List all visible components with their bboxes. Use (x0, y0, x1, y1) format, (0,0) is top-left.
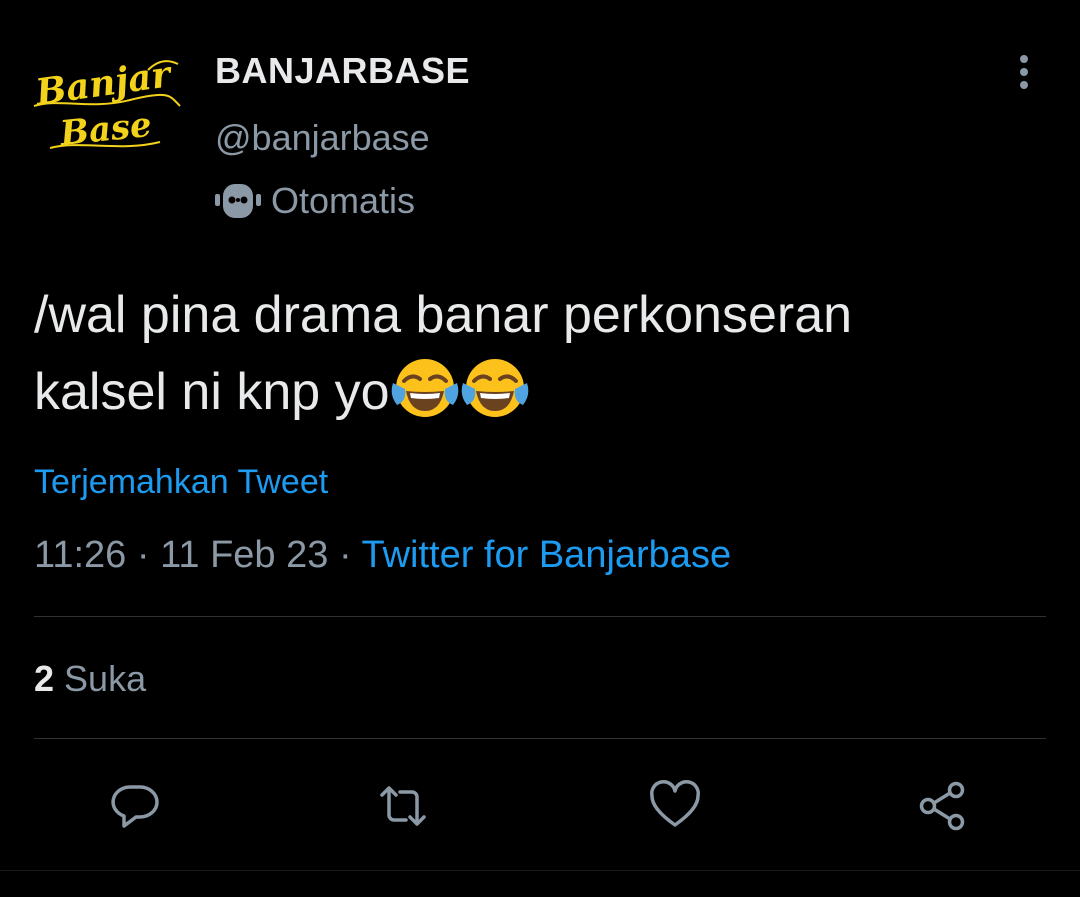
like-icon (649, 780, 701, 827)
face-with-tears-of-joy-icon (390, 353, 460, 423)
more-vertical-icon[interactable] (1010, 52, 1038, 92)
reply-button[interactable] (108, 779, 162, 833)
meta-separator: · (338, 534, 352, 576)
likes-label: Suka (64, 658, 147, 699)
robot-icon (215, 184, 261, 218)
meta-separator: · (136, 534, 150, 576)
share-button[interactable] (916, 779, 970, 833)
reply-icon (111, 785, 159, 828)
share-icon (919, 781, 965, 831)
retweet-button[interactable] (376, 779, 430, 833)
tweet-text-segment: kalsel ni knp yo (34, 363, 390, 421)
tweet-text-line: /wal pina drama banar perkonseran (34, 286, 853, 344)
tweet-text: /wal pina drama banar perkonseran kalsel… (34, 278, 1044, 430)
tweet-meta: 11:26 · 11 Feb 23 · Twitter for Banjarba… (34, 534, 731, 577)
retweet-icon (380, 786, 426, 826)
divider (34, 738, 1046, 739)
tweet-source-link[interactable]: Twitter for Banjarbase (361, 534, 731, 576)
translate-tweet-link[interactable]: Terjemahkan Tweet (34, 463, 328, 502)
automated-badge[interactable]: Otomatis (215, 180, 415, 222)
tweet-time: 11:26 (34, 534, 127, 576)
tweet-date: 11 Feb 23 (160, 534, 329, 576)
handle[interactable]: @banjarbase (215, 117, 430, 159)
likes-count: 2 (34, 658, 55, 699)
face-with-tears-of-joy-icon (460, 353, 530, 423)
avatar[interactable]: Banjar Base (30, 48, 186, 158)
display-name[interactable]: BANJARBASE (215, 50, 470, 92)
divider (34, 616, 1046, 617)
automated-label: Otomatis (271, 180, 416, 221)
tweet-detail: Banjar Base BANJARBASE @banjarbase Otoma… (0, 0, 1080, 897)
banjarbase-logo: Banjar Base (32, 53, 181, 154)
tweet-text-line: kalsel ni knp yo (34, 353, 1044, 430)
like-button[interactable] (648, 779, 702, 833)
bottom-divider (0, 870, 1080, 871)
likes-stat[interactable]: 2 Suka (34, 658, 146, 700)
